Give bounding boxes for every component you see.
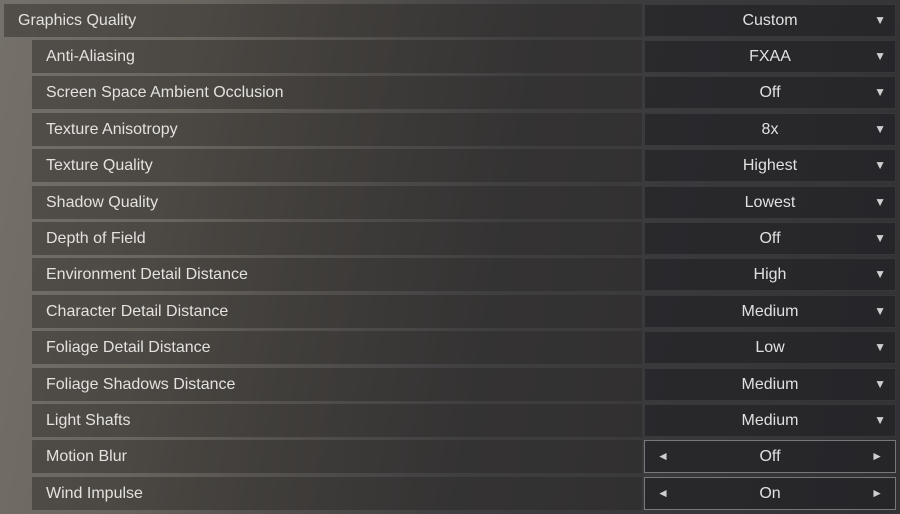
setting-row-screen-space-ambient-occlusion[interactable]: Screen Space Ambient Occlusion Off ▼ [32, 76, 896, 110]
texture-quality-dropdown[interactable]: Highest ▼ [644, 149, 896, 183]
setting-row-anti-aliasing[interactable]: Anti-Aliasing FXAA ▼ [32, 40, 896, 73]
motion-blur-selector[interactable]: ◄ Off ► [644, 440, 896, 474]
depth-of-field-dropdown[interactable]: Off ▼ [644, 222, 896, 255]
setting-row-wind-impulse[interactable]: Wind Impulse ◄ On ► [32, 476, 896, 510]
arrow-right-icon[interactable]: ► [871, 478, 883, 509]
setting-row-foliage-shadows-distance[interactable]: Foliage Shadows Distance Medium ▼ [32, 367, 896, 401]
chevron-down-icon: ▼ [874, 13, 886, 27]
setting-row-motion-blur[interactable]: Motion Blur ◄ Off ► [32, 440, 896, 474]
character-detail-distance-dropdown[interactable]: Medium ▼ [644, 294, 896, 328]
anti-aliasing-dropdown[interactable]: FXAA ▼ [644, 40, 896, 73]
chevron-down-icon: ▼ [874, 231, 886, 245]
setting-value: Custom [742, 12, 798, 29]
setting-value: On [759, 484, 781, 502]
setting-value: FXAA [749, 48, 791, 65]
setting-row-depth-of-field[interactable]: Depth of Field Off ▼ [32, 222, 896, 255]
setting-label: Foliage Shadows Distance [32, 367, 642, 401]
setting-label: Graphics Quality [4, 4, 642, 37]
chevron-down-icon: ▼ [874, 121, 886, 136]
shadow-quality-dropdown[interactable]: Lowest ▼ [644, 185, 896, 219]
setting-row-light-shafts[interactable]: Light Shafts Medium ▼ [32, 404, 896, 437]
arrow-right-icon[interactable]: ► [871, 441, 883, 472]
setting-label: Character Detail Distance [32, 294, 642, 328]
screen-space-ambient-occlusion-dropdown[interactable]: Off ▼ [644, 76, 896, 110]
texture-anisotropy-dropdown[interactable]: 8x ▼ [644, 112, 896, 146]
setting-label: Environment Detail Distance [32, 258, 642, 292]
chevron-down-icon: ▼ [874, 303, 886, 318]
setting-value: Highest [742, 157, 798, 175]
setting-label: Texture Quality [32, 149, 642, 183]
chevron-down-icon: ▼ [874, 194, 886, 209]
setting-row-texture-anisotropy[interactable]: Texture Anisotropy 8x ▼ [32, 112, 896, 146]
setting-value: High [753, 266, 787, 284]
setting-label: Light Shafts [32, 404, 642, 437]
setting-label: Texture Anisotropy [32, 112, 642, 146]
chevron-down-icon: ▼ [874, 376, 886, 391]
wind-impulse-selector[interactable]: ◄ On ► [644, 476, 896, 510]
chevron-down-icon: ▼ [874, 267, 886, 282]
setting-row-shadow-quality[interactable]: Shadow Quality Lowest ▼ [32, 185, 896, 219]
setting-value: Off [759, 230, 781, 247]
chevron-down-icon: ▼ [874, 85, 886, 100]
setting-label: Foliage Detail Distance [32, 331, 642, 365]
setting-value: Medium [741, 302, 799, 320]
chevron-down-icon: ▼ [874, 49, 886, 63]
setting-label: Shadow Quality [32, 185, 642, 219]
light-shafts-dropdown[interactable]: Medium ▼ [644, 404, 896, 437]
arrow-left-icon[interactable]: ◄ [657, 441, 669, 472]
setting-value: Medium [741, 412, 799, 429]
setting-label: Anti-Aliasing [32, 40, 642, 73]
chevron-down-icon: ▼ [874, 158, 886, 173]
setting-row-environment-detail-distance[interactable]: Environment Detail Distance High ▼ [32, 258, 896, 292]
setting-label: Wind Impulse [32, 476, 642, 510]
setting-row-texture-quality[interactable]: Texture Quality Highest ▼ [32, 149, 896, 183]
arrow-left-icon[interactable]: ◄ [657, 478, 669, 509]
setting-value: Low [755, 339, 785, 357]
setting-row-graphics-quality[interactable]: Graphics Quality Custom ▼ [4, 4, 896, 37]
setting-value: Off [759, 448, 781, 466]
foliage-detail-distance-dropdown[interactable]: Low ▼ [644, 331, 896, 365]
setting-row-foliage-detail-distance[interactable]: Foliage Detail Distance Low ▼ [32, 331, 896, 365]
environment-detail-distance-dropdown[interactable]: High ▼ [644, 258, 896, 292]
setting-value: Off [759, 84, 781, 102]
setting-value: Medium [741, 375, 799, 393]
setting-row-character-detail-distance[interactable]: Character Detail Distance Medium ▼ [32, 294, 896, 328]
setting-label: Screen Space Ambient Occlusion [32, 76, 642, 110]
chevron-down-icon: ▼ [874, 413, 886, 427]
setting-value: Lowest [744, 193, 796, 211]
foliage-shadows-distance-dropdown[interactable]: Medium ▼ [644, 367, 896, 401]
chevron-down-icon: ▼ [874, 340, 886, 355]
setting-label: Motion Blur [32, 440, 642, 474]
setting-value: 8x [761, 120, 779, 138]
graphics-quality-dropdown[interactable]: Custom ▼ [644, 4, 896, 37]
setting-label: Depth of Field [32, 222, 642, 255]
